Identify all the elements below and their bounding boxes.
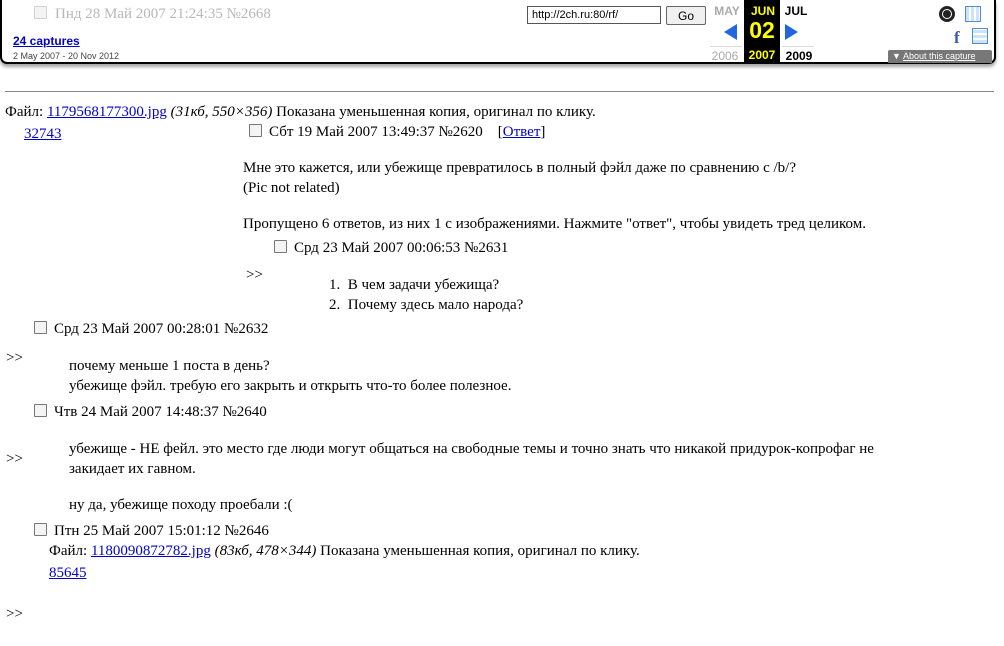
url-input[interactable]	[527, 6, 661, 24]
ghost-post-header: Пнд 28 Май 2007 21:24:35 №2668	[34, 6, 271, 23]
post-date: Чтв 24 Май 2007 14:48:37 №2640	[54, 404, 267, 420]
prev-month[interactable]: MAY	[707, 4, 747, 18]
post-file-link[interactable]: 1180090872782.jpg	[91, 543, 211, 559]
divider	[710, 46, 742, 47]
post-delete-checkbox[interactable]	[34, 321, 47, 334]
post-date: Птн 25 Май 2007 15:01:12 №2646	[54, 523, 269, 539]
post-text-line: закидает их гавном.	[69, 461, 196, 477]
current-year: 2007	[748, 48, 776, 62]
go-button[interactable]: Go	[666, 6, 706, 25]
reply-marker: >>	[6, 451, 23, 467]
omitted-notice: Пропущено 6 ответов, из них 1 с изображе…	[243, 216, 866, 232]
about-capture-button[interactable]: ▼ About this capture	[888, 50, 992, 63]
op-thumbnail-link[interactable]: 32743	[24, 126, 62, 143]
post-date: Срд 23 Май 2007 00:06:53 №2631	[294, 240, 509, 256]
reply-marker: >>	[6, 350, 23, 366]
qr-icon[interactable]	[965, 6, 981, 22]
wayback-toolbar: Пнд 28 Май 2007 21:24:35 №2668 24 captur…	[0, 0, 996, 64]
post-header: Птн 25 Май 2007 15:01:12 №2646	[34, 523, 269, 540]
op-text-line-1: Мне это кажется, или убежище превратилос…	[243, 160, 797, 176]
post-text-line: ну да, убежище походу проебали :(	[69, 497, 293, 513]
current-month: JUN	[750, 4, 775, 18]
post-delete-checkbox[interactable]	[34, 523, 47, 536]
page-divider	[5, 91, 994, 92]
op-post-header: Сбт 19 Май 2007 13:49:37 №2620 [Ответ]	[249, 124, 545, 141]
op-delete-checkbox[interactable]	[249, 124, 262, 137]
post-header: Чтв 24 Май 2007 14:48:37 №2640	[34, 404, 267, 421]
prev-capture-arrow-icon[interactable]	[724, 24, 737, 40]
op-text-line-2: (Pic not related)	[243, 180, 340, 196]
post-text-line: убежище фэйл. требую его закрыть и откры…	[69, 378, 512, 394]
divider	[782, 46, 814, 47]
triangle-down-icon: ▼	[892, 51, 901, 61]
capture-range: 2 May 2007 - 20 Nov 2012	[13, 51, 120, 61]
post-text-line: убежище - НЕ фейл. это место где люди мо…	[69, 441, 874, 457]
op-post-date: Сбт 19 Май 2007 13:49:37 №2620	[269, 124, 483, 140]
reply-marker: >>	[6, 606, 23, 622]
list-item: 1. В чем задачи убежища?	[329, 277, 500, 293]
post-date: Срд 23 Май 2007 00:28:01 №2632	[54, 321, 269, 337]
current-day: 02	[749, 17, 775, 43]
ghost-post-date: Пнд 28 Май 2007 21:24:35 №2668	[55, 6, 271, 22]
post-header: Срд 23 Май 2007 00:28:01 №2632	[34, 321, 268, 338]
post-thumbnail-link[interactable]: 85645	[49, 565, 87, 582]
reply-marker: >>	[246, 267, 263, 283]
reply-link[interactable]: Ответ	[503, 124, 541, 140]
post-file-info: Файл: 1180090872782.jpg (83кб, 478×344) …	[49, 543, 640, 559]
alexa-icon[interactable]	[939, 6, 955, 22]
post-file-meta: (83кб, 478×344)	[214, 543, 317, 559]
op-file-note: Показана уменьшенная копия, оригинал по …	[276, 104, 596, 120]
captures-link[interactable]: 24 captures	[13, 34, 80, 48]
next-capture-arrow-icon[interactable]	[785, 24, 798, 40]
next-month[interactable]: JUL	[778, 4, 814, 18]
post-header: Срд 23 Май 2007 00:06:53 №2631	[274, 240, 508, 257]
next-year[interactable]: 2009	[781, 49, 817, 63]
prev-year[interactable]: 2006	[707, 49, 743, 63]
post-text-line: почему меньше 1 поста в день?	[69, 358, 270, 374]
op-file-meta: (31кб, 550×356)	[170, 104, 273, 120]
post-delete-checkbox[interactable]	[34, 404, 47, 417]
ordered-list: 1. В чем задачи убежища? 2. Почему здесь…	[329, 275, 523, 315]
post-file-note: Показана уменьшенная копия, оригинал по …	[320, 543, 640, 559]
list-item: 2. Почему здесь мало народа?	[329, 297, 524, 313]
facebook-icon[interactable]: f	[954, 28, 970, 47]
op-file-info: Файл: 1179568177300.jpg (31кб, 550×356) …	[5, 104, 596, 120]
op-file-link[interactable]: 1179568177300.jpg	[47, 104, 167, 120]
qr-icon-2[interactable]	[972, 28, 988, 44]
post-delete-checkbox[interactable]	[274, 240, 287, 253]
